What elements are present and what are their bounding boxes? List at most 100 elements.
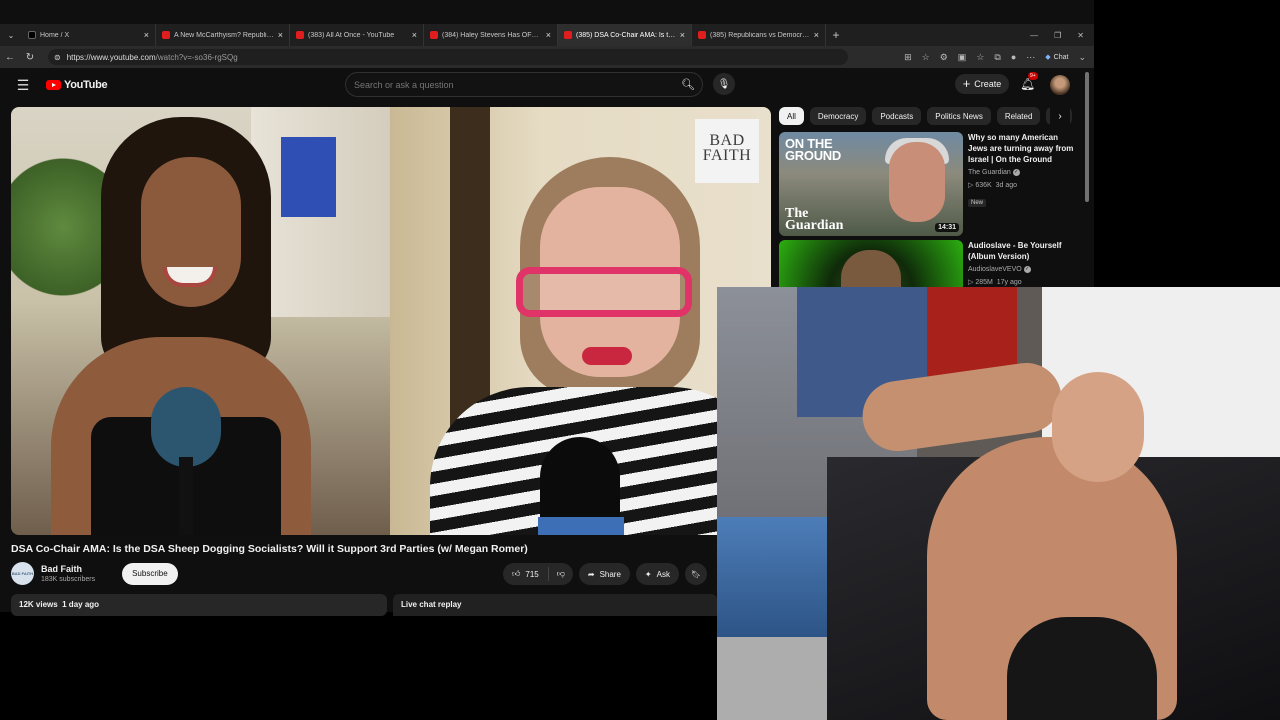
address-bar-row: ← ↻ ⊜ https://www.youtube.com/watch?v=-s… — [0, 46, 1094, 68]
channel-avatar[interactable]: BAD FAITH — [11, 562, 34, 585]
verified-check-icon: ✓ — [1012, 168, 1020, 176]
chip-related[interactable]: Related — [996, 107, 1041, 125]
toolbar-icons: ⊞ ☆ ⚙ ▣ ☆ ⧉ ● ⋯ ◆ Chat ⌄ — [904, 52, 1094, 63]
video-duration: 14:31 — [935, 223, 959, 232]
chip-all[interactable]: All — [779, 107, 804, 125]
tab-title: (385) Republicans vs Democrats — [710, 31, 810, 39]
youtube-icon — [296, 31, 304, 39]
chevron-down-icon[interactable]: ⌄ — [1078, 52, 1086, 63]
tab-title: (384) Haley Stevens Has OFFICIAL — [442, 31, 542, 39]
hamburger-menu-icon[interactable]: ☰ — [0, 77, 46, 94]
notifications-bell-icon[interactable]: 🔔︎ 9+ — [1020, 72, 1038, 91]
video-player[interactable]: BAD FAITH — [11, 107, 771, 535]
profile-icon[interactable]: ● — [1011, 52, 1016, 62]
views-and-date: 12K views 1 day ago — [19, 600, 100, 609]
microphone-icon[interactable]: 🎙︎ — [713, 73, 735, 95]
youtube-icon — [162, 31, 170, 39]
recommendation-title[interactable]: Audioslave - Be Yourself (Album Version) — [968, 240, 1078, 262]
url-field[interactable]: ⊜ https://www.youtube.com/watch?v=-so36-… — [48, 49, 848, 65]
split-screen-icon[interactable]: ▣ — [958, 52, 967, 63]
url-host: https://www.youtube.com — [66, 52, 156, 62]
recommendation-title[interactable]: Why so many American Jews are turning aw… — [968, 132, 1078, 165]
new-tab-button[interactable]: + — [826, 28, 846, 42]
minimize-icon[interactable]: — — [1030, 31, 1038, 40]
tab-1[interactable]: A New McCarthyism? Republicans × — [156, 24, 290, 46]
more-options-icon[interactable]: ⋯ — [1026, 52, 1035, 63]
description-box[interactable]: 12K views 1 day ago — [11, 594, 387, 616]
page-scrollbar[interactable] — [1085, 72, 1089, 202]
youtube-icon — [564, 31, 572, 39]
dislike-button[interactable]: 👎︎ — [549, 569, 573, 579]
podcast-mic-left — [151, 387, 221, 467]
tab-close-icon[interactable]: × — [144, 30, 149, 40]
plus-icon: + — [962, 76, 971, 91]
notification-badge: 9+ — [1028, 72, 1038, 80]
tab-2[interactable]: (383) All At Once - YouTube × — [290, 24, 424, 46]
chip-podcasts[interactable]: Podcasts — [872, 107, 922, 125]
tab-close-icon[interactable]: × — [278, 30, 283, 40]
channel-info: Bad Faith 183K subscribers — [41, 564, 95, 583]
tab-bar: ⌄ Home / X × A New McCarthyism? Republic… — [0, 24, 1094, 46]
video-thumbnail[interactable]: ON THE GROUND The Guardian 14:31 — [779, 132, 963, 236]
favorite-star-icon[interactable]: ☆ — [922, 52, 930, 63]
recommendation-channel: The Guardian ✓ — [968, 168, 1020, 176]
extensions-icon[interactable]: ⚙ — [940, 52, 948, 63]
youtube-icon — [430, 31, 438, 39]
channel-row: BAD FAITH Bad Faith 183K subscribers Sub… — [11, 562, 178, 585]
tab-4-active[interactable]: (385) DSA Co-Chair AMA: Is the D × — [558, 24, 692, 46]
like-dislike-group: 👍︎ 715 👎︎ — [503, 563, 573, 585]
like-button[interactable]: 👍︎ 715 — [503, 567, 549, 581]
close-window-icon[interactable]: ✕ — [1077, 31, 1084, 40]
save-button[interactable]: 🔖︎ — [684, 563, 708, 585]
tab-close-icon[interactable]: × — [814, 30, 819, 40]
search-icon[interactable]: 🔍︎ — [674, 73, 702, 96]
recommendation-item[interactable]: ON THE GROUND The Guardian 14:31 Why so … — [779, 132, 1079, 236]
collections-icon[interactable]: ⧉ — [994, 52, 1000, 63]
thumbs-down-icon: 👎︎ — [556, 569, 565, 578]
guardian-thumb-logo: The Guardian — [785, 206, 844, 233]
tab-title: Home / X — [40, 31, 70, 39]
thumbs-up-icon: 👍︎ — [512, 569, 521, 578]
app-available-icon[interactable]: ⊞ — [904, 52, 912, 63]
channel-name[interactable]: Bad Faith — [41, 564, 95, 574]
sparkle-icon: ✦ — [644, 569, 652, 579]
live-chat-replay-header[interactable]: Live chat replay — [393, 594, 717, 616]
tab-close-icon[interactable]: × — [546, 30, 551, 40]
recommendation-info: Audioslave - Be Yourself (Album Version)… — [968, 240, 1078, 288]
restore-icon[interactable]: ❐ — [1054, 31, 1061, 40]
tab-close-icon[interactable]: × — [680, 30, 685, 40]
thumbnail-overlay-text: ON THE GROUND — [785, 136, 841, 163]
tab-list-chevron-icon[interactable]: ⌄ — [0, 31, 22, 40]
search-input[interactable] — [346, 79, 674, 90]
subscriber-count: 183K subscribers — [41, 576, 96, 583]
youtube-icon — [698, 31, 706, 39]
reload-icon[interactable]: ↻ — [20, 52, 40, 63]
tab-0[interactable]: Home / X × — [22, 24, 156, 46]
share-label: Share — [599, 569, 621, 579]
tab-title: A New McCarthyism? Republicans — [174, 31, 274, 39]
chip-politics-news[interactable]: Politics News — [927, 107, 991, 125]
tab-title: (383) All At Once - YouTube — [308, 31, 395, 39]
share-button[interactable]: ➦ Share — [578, 563, 630, 585]
tab-3[interactable]: (384) Haley Stevens Has OFFICIAL × — [424, 24, 558, 46]
youtube-logo[interactable]: YouTube — [46, 79, 108, 91]
back-arrow-icon[interactable]: ← — [0, 52, 20, 63]
search-box: 🔍︎ — [345, 72, 703, 97]
tab-title: (385) DSA Co-Chair AMA: Is the D — [576, 31, 676, 39]
share-arrow-icon: ➦ — [587, 569, 595, 579]
favorites-icon[interactable]: ☆ — [976, 52, 984, 63]
tab-5[interactable]: (385) Republicans vs Democrats × — [692, 24, 826, 46]
copilot-chat-button[interactable]: ◆ Chat — [1045, 53, 1068, 62]
bad-faith-watermark: BAD FAITH — [695, 119, 759, 183]
x-icon — [28, 31, 36, 39]
subscribe-button[interactable]: Subscribe — [122, 562, 178, 585]
account-avatar[interactable] — [1050, 75, 1070, 95]
site-info-icon[interactable]: ⊜ — [54, 53, 61, 62]
chevron-right-icon[interactable]: › — [1050, 107, 1070, 125]
tab-close-icon[interactable]: × — [412, 30, 417, 40]
ask-button[interactable]: ✦ Ask — [635, 563, 679, 585]
create-button[interactable]: + Create — [955, 74, 1009, 94]
chip-democracy[interactable]: Democracy — [809, 107, 867, 125]
bookmark-icon: 🔖︎ — [690, 569, 702, 579]
recommendation-meta: ▷ 636K 3d ago — [968, 182, 1017, 189]
